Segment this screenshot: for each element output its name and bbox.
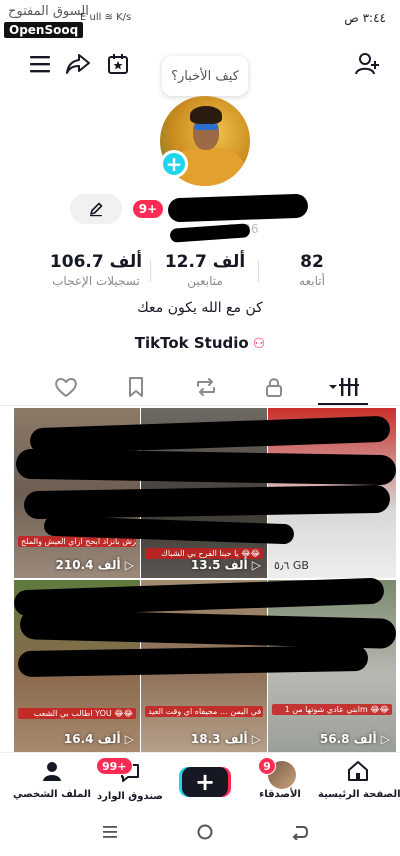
video-caption: انت في اليمن … مجيفاه اي وقت العيد (145, 706, 263, 717)
following-count: 82 (300, 252, 324, 272)
tabs-divider (0, 405, 400, 406)
circle-home-icon (197, 824, 213, 840)
system-navigation (0, 808, 400, 856)
video-caption: ابتي عادي شوتها من 1m 😂😂 (272, 704, 392, 715)
notification-badge[interactable]: 9+ (133, 200, 163, 218)
nav-profile-label: الملف الشخصي (13, 789, 91, 800)
profile-screen: السوق المفتوح OpenSooq E ull ≋ K/s ٣:٤٤ … (0, 0, 400, 856)
recent-apps-button[interactable] (90, 818, 130, 846)
add-friend-button[interactable] (348, 44, 388, 84)
tab-favorites[interactable] (106, 370, 166, 404)
status-bar: السوق المفتوح OpenSooq E ull ≋ K/s ٣:٤٤ … (0, 0, 400, 38)
followers-count: 12.7 ألف (164, 252, 246, 272)
stat-divider (258, 260, 259, 282)
video-views: 16.4 ألف ▷ (63, 732, 134, 746)
following-label: أتابعه (299, 274, 325, 288)
inbox-badge: 99+ (96, 757, 133, 775)
nav-home-label: الصفحة الرئيسية (318, 789, 400, 800)
video-views: 18.3 ألف ▷ (190, 732, 261, 746)
friends-badge: 9 (258, 757, 276, 775)
calendar-star-icon (108, 54, 128, 74)
video-views: 56.8 ألف ▷ (319, 732, 390, 746)
studio-user-star-icon: ⚇ (252, 336, 266, 352)
bottom-navigation: الصفحة الرئيسية الأصدقاء 9 + صندوق الوار… (0, 752, 400, 808)
watermark-english: OpenSooq (4, 22, 84, 38)
redacted-display-name (167, 193, 309, 223)
video-views: 210.4 ألف ▷ (55, 558, 134, 572)
note-bubble[interactable]: كيف الأخبار؟ (162, 56, 248, 96)
stat-followers[interactable]: 12.7 ألف متابعين (160, 252, 250, 288)
nav-inbox-label: صندوق الوارد (97, 791, 163, 802)
add-story-plus-icon[interactable]: + (160, 150, 188, 178)
video-grid-icon (329, 378, 359, 396)
studio-label: TikTok Studio (134, 334, 249, 352)
nav-profile[interactable]: الملف الشخصي (12, 759, 92, 800)
nav-friends-label: الأصدقاء (259, 789, 301, 800)
tab-reposts[interactable] (176, 370, 236, 404)
add-user-icon (355, 53, 379, 75)
home-icon (348, 761, 368, 781)
tiktok-studio-link[interactable]: TikTok Studio ⚇ (0, 334, 400, 352)
recent-apps-icon (103, 826, 117, 838)
profile-person-icon (43, 762, 61, 781)
likes-count: 106.7 ألف (49, 252, 143, 272)
hamburger-menu-icon (30, 56, 50, 73)
create-video-button[interactable]: + (182, 767, 228, 797)
repost-icon (197, 378, 215, 396)
back-arrow-icon (292, 826, 309, 840)
tab-liked[interactable] (36, 370, 96, 404)
stat-likes[interactable]: 106.7 ألف تسجيلات الإعجاب (44, 252, 148, 288)
home-system-button[interactable] (185, 818, 225, 846)
stat-divider (150, 260, 151, 282)
watermark-arabic: السوق المفتوح (8, 4, 89, 19)
share-profile-button[interactable] (58, 44, 98, 84)
status-icons: E ull ≋ K/s (80, 12, 132, 23)
status-time: ٣:٤٤ ص (344, 11, 386, 25)
stat-following[interactable]: 82 أتابعه (272, 252, 352, 288)
bookmark-icon (129, 377, 143, 397)
menu-button[interactable] (20, 44, 60, 84)
tab-private[interactable] (244, 370, 304, 404)
profile-tabs (0, 370, 400, 406)
followers-label: متابعين (187, 274, 223, 288)
redacted-username (169, 223, 251, 243)
calendar-button[interactable] (98, 44, 138, 84)
likes-label: تسجيلات الإعجاب (52, 274, 140, 288)
video-size: ٥٫٦ GB (274, 559, 309, 572)
tab-videos[interactable] (314, 370, 374, 404)
video-views: 13.5 ألف ▷ (190, 558, 261, 572)
profile-bio: كن مع الله يكون معك (137, 300, 263, 316)
video-grid: ٥٫٦ GB يا حبنا الفرح بي الشباك 😂😂 13.5 أ… (13, 408, 397, 752)
video-caption: اطالب بي الشعب YOU 😂😂 (18, 708, 136, 719)
share-arrow-icon (66, 54, 90, 74)
pencil-icon (90, 202, 103, 217)
edit-profile-button[interactable] (70, 194, 122, 224)
back-system-button[interactable] (280, 818, 320, 846)
nav-home[interactable]: الصفحة الرئيسية (318, 759, 400, 800)
lock-icon (266, 378, 282, 397)
heart-icon (55, 378, 77, 397)
